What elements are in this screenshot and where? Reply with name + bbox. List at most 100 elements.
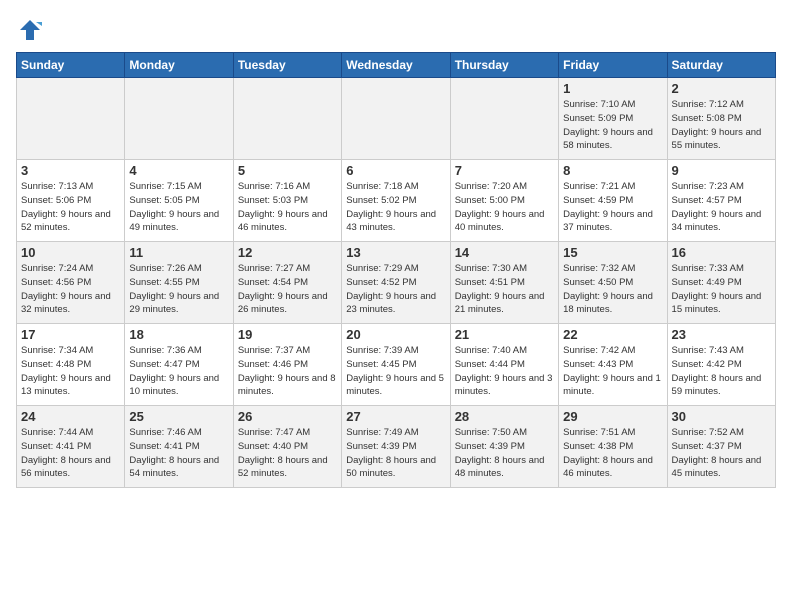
day-info: Sunrise: 7:39 AM Sunset: 4:45 PM Dayligh…: [346, 344, 445, 399]
day-number: 30: [672, 409, 771, 424]
calendar-cell: 11 Sunrise: 7:26 AM Sunset: 4:55 PM Dayli…: [125, 242, 233, 324]
day-info: Sunrise: 7:15 AM Sunset: 5:05 PM Dayligh…: [129, 180, 228, 235]
calendar-week-row: 3 Sunrise: 7:13 AM Sunset: 5:06 PM Daylig…: [17, 160, 776, 242]
day-number: 18: [129, 327, 228, 342]
day-info: Sunrise: 7:42 AM Sunset: 4:43 PM Dayligh…: [563, 344, 662, 399]
weekday-header: Tuesday: [233, 53, 341, 78]
day-info: Sunrise: 7:52 AM Sunset: 4:37 PM Dayligh…: [672, 426, 771, 481]
day-info: Sunrise: 7:20 AM Sunset: 5:00 PM Dayligh…: [455, 180, 554, 235]
day-number: 15: [563, 245, 662, 260]
day-info: Sunrise: 7:16 AM Sunset: 5:03 PM Dayligh…: [238, 180, 337, 235]
calendar-week-row: 24 Sunrise: 7:44 AM Sunset: 4:41 PM Dayli…: [17, 406, 776, 488]
day-number: 22: [563, 327, 662, 342]
calendar-cell: 17Sunrise: 7:34 AM Sunset: 4:48 PM Dayli…: [17, 324, 125, 406]
calendar-week-row: 1Sunrise: 7:10 AM Sunset: 5:09 PM Daylig…: [17, 78, 776, 160]
day-number: 29: [563, 409, 662, 424]
calendar-cell: 1Sunrise: 7:10 AM Sunset: 5:09 PM Daylig…: [559, 78, 667, 160]
header: [16, 16, 776, 44]
calendar-cell: 25 Sunrise: 7:46 AM Sunset: 4:41 PM Dayli…: [125, 406, 233, 488]
calendar-cell: 6 Sunrise: 7:18 AM Sunset: 5:02 PM Daylig…: [342, 160, 450, 242]
day-info: Sunrise: 7:50 AM Sunset: 4:39 PM Dayligh…: [455, 426, 554, 481]
day-info: Sunrise: 7:44 AM Sunset: 4:41 PM Dayligh…: [21, 426, 120, 481]
calendar-cell: [450, 78, 558, 160]
calendar-week-row: 17Sunrise: 7:34 AM Sunset: 4:48 PM Dayli…: [17, 324, 776, 406]
calendar-cell: [125, 78, 233, 160]
day-number: 19: [238, 327, 337, 342]
calendar-cell: 27 Sunrise: 7:49 AM Sunset: 4:39 PM Dayli…: [342, 406, 450, 488]
day-info: Sunrise: 7:40 AM Sunset: 4:44 PM Dayligh…: [455, 344, 554, 399]
weekday-header: Monday: [125, 53, 233, 78]
calendar-cell: [17, 78, 125, 160]
calendar-cell: 16 Sunrise: 7:33 AM Sunset: 4:49 PM Dayli…: [667, 242, 775, 324]
day-number: 21: [455, 327, 554, 342]
calendar-cell: 24 Sunrise: 7:44 AM Sunset: 4:41 PM Dayli…: [17, 406, 125, 488]
calendar-header-row: SundayMondayTuesdayWednesdayThursdayFrid…: [17, 53, 776, 78]
day-info: Sunrise: 7:24 AM Sunset: 4:56 PM Dayligh…: [21, 262, 120, 317]
calendar-cell: 18 Sunrise: 7:36 AM Sunset: 4:47 PM Dayli…: [125, 324, 233, 406]
day-number: 14: [455, 245, 554, 260]
day-info: Sunrise: 7:51 AM Sunset: 4:38 PM Dayligh…: [563, 426, 662, 481]
day-info: Sunrise: 7:33 AM Sunset: 4:49 PM Dayligh…: [672, 262, 771, 317]
day-number: 8: [563, 163, 662, 178]
day-number: 25: [129, 409, 228, 424]
day-info: Sunrise: 7:23 AM Sunset: 4:57 PM Dayligh…: [672, 180, 771, 235]
day-number: 13: [346, 245, 445, 260]
day-number: 5: [238, 163, 337, 178]
day-info: Sunrise: 7:37 AM Sunset: 4:46 PM Dayligh…: [238, 344, 337, 399]
day-number: 3: [21, 163, 120, 178]
logo: [16, 16, 46, 44]
calendar-cell: 23 Sunrise: 7:43 AM Sunset: 4:42 PM Dayli…: [667, 324, 775, 406]
day-info: Sunrise: 7:29 AM Sunset: 4:52 PM Dayligh…: [346, 262, 445, 317]
calendar-page: SundayMondayTuesdayWednesdayThursdayFrid…: [0, 0, 792, 612]
day-number: 28: [455, 409, 554, 424]
day-number: 7: [455, 163, 554, 178]
calendar-cell: [233, 78, 341, 160]
calendar-cell: 12Sunrise: 7:27 AM Sunset: 4:54 PM Dayli…: [233, 242, 341, 324]
calendar-cell: 19 Sunrise: 7:37 AM Sunset: 4:46 PM Dayli…: [233, 324, 341, 406]
calendar-cell: 26 Sunrise: 7:47 AM Sunset: 4:40 PM Dayli…: [233, 406, 341, 488]
weekday-header: Friday: [559, 53, 667, 78]
day-info: Sunrise: 7:26 AM Sunset: 4:55 PM Dayligh…: [129, 262, 228, 317]
calendar-cell: 28 Sunrise: 7:50 AM Sunset: 4:39 PM Dayli…: [450, 406, 558, 488]
day-number: 11: [129, 245, 228, 260]
weekday-header: Sunday: [17, 53, 125, 78]
day-info: Sunrise: 7:30 AM Sunset: 4:51 PM Dayligh…: [455, 262, 554, 317]
calendar-cell: 13 Sunrise: 7:29 AM Sunset: 4:52 PM Dayli…: [342, 242, 450, 324]
day-number: 16: [672, 245, 771, 260]
day-number: 27: [346, 409, 445, 424]
day-number: 1: [563, 81, 662, 96]
day-number: 23: [672, 327, 771, 342]
day-number: 12: [238, 245, 337, 260]
day-info: Sunrise: 7:49 AM Sunset: 4:39 PM Dayligh…: [346, 426, 445, 481]
weekday-header: Saturday: [667, 53, 775, 78]
calendar-cell: 9 Sunrise: 7:23 AM Sunset: 4:57 PM Daylig…: [667, 160, 775, 242]
day-info: Sunrise: 7:18 AM Sunset: 5:02 PM Dayligh…: [346, 180, 445, 235]
day-number: 9: [672, 163, 771, 178]
calendar-cell: 5 Sunrise: 7:16 AM Sunset: 5:03 PM Daylig…: [233, 160, 341, 242]
day-info: Sunrise: 7:13 AM Sunset: 5:06 PM Dayligh…: [21, 180, 120, 235]
calendar-cell: 7 Sunrise: 7:20 AM Sunset: 5:00 PM Daylig…: [450, 160, 558, 242]
day-info: Sunrise: 7:32 AM Sunset: 4:50 PM Dayligh…: [563, 262, 662, 317]
calendar-cell: 22 Sunrise: 7:42 AM Sunset: 4:43 PM Dayli…: [559, 324, 667, 406]
day-info: Sunrise: 7:21 AM Sunset: 4:59 PM Dayligh…: [563, 180, 662, 235]
calendar-week-row: 10 Sunrise: 7:24 AM Sunset: 4:56 PM Dayli…: [17, 242, 776, 324]
day-number: 26: [238, 409, 337, 424]
calendar-cell: 21 Sunrise: 7:40 AM Sunset: 4:44 PM Dayli…: [450, 324, 558, 406]
day-info: Sunrise: 7:36 AM Sunset: 4:47 PM Dayligh…: [129, 344, 228, 399]
calendar-cell: [342, 78, 450, 160]
calendar-cell: 20Sunrise: 7:39 AM Sunset: 4:45 PM Dayli…: [342, 324, 450, 406]
day-info: Sunrise: 7:12 AM Sunset: 5:08 PM Dayligh…: [672, 98, 771, 153]
day-info: Sunrise: 7:46 AM Sunset: 4:41 PM Dayligh…: [129, 426, 228, 481]
calendar-cell: 14 Sunrise: 7:30 AM Sunset: 4:51 PM Dayli…: [450, 242, 558, 324]
calendar-cell: 29 Sunrise: 7:51 AM Sunset: 4:38 PM Dayli…: [559, 406, 667, 488]
day-number: 6: [346, 163, 445, 178]
logo-icon: [16, 16, 44, 44]
day-number: 24: [21, 409, 120, 424]
calendar-cell: 10 Sunrise: 7:24 AM Sunset: 4:56 PM Dayli…: [17, 242, 125, 324]
calendar-cell: 30 Sunrise: 7:52 AM Sunset: 4:37 PM Dayli…: [667, 406, 775, 488]
day-info: Sunrise: 7:47 AM Sunset: 4:40 PM Dayligh…: [238, 426, 337, 481]
day-number: 2: [672, 81, 771, 96]
day-info: Sunrise: 7:43 AM Sunset: 4:42 PM Dayligh…: [672, 344, 771, 399]
day-number: 10: [21, 245, 120, 260]
weekday-header: Thursday: [450, 53, 558, 78]
